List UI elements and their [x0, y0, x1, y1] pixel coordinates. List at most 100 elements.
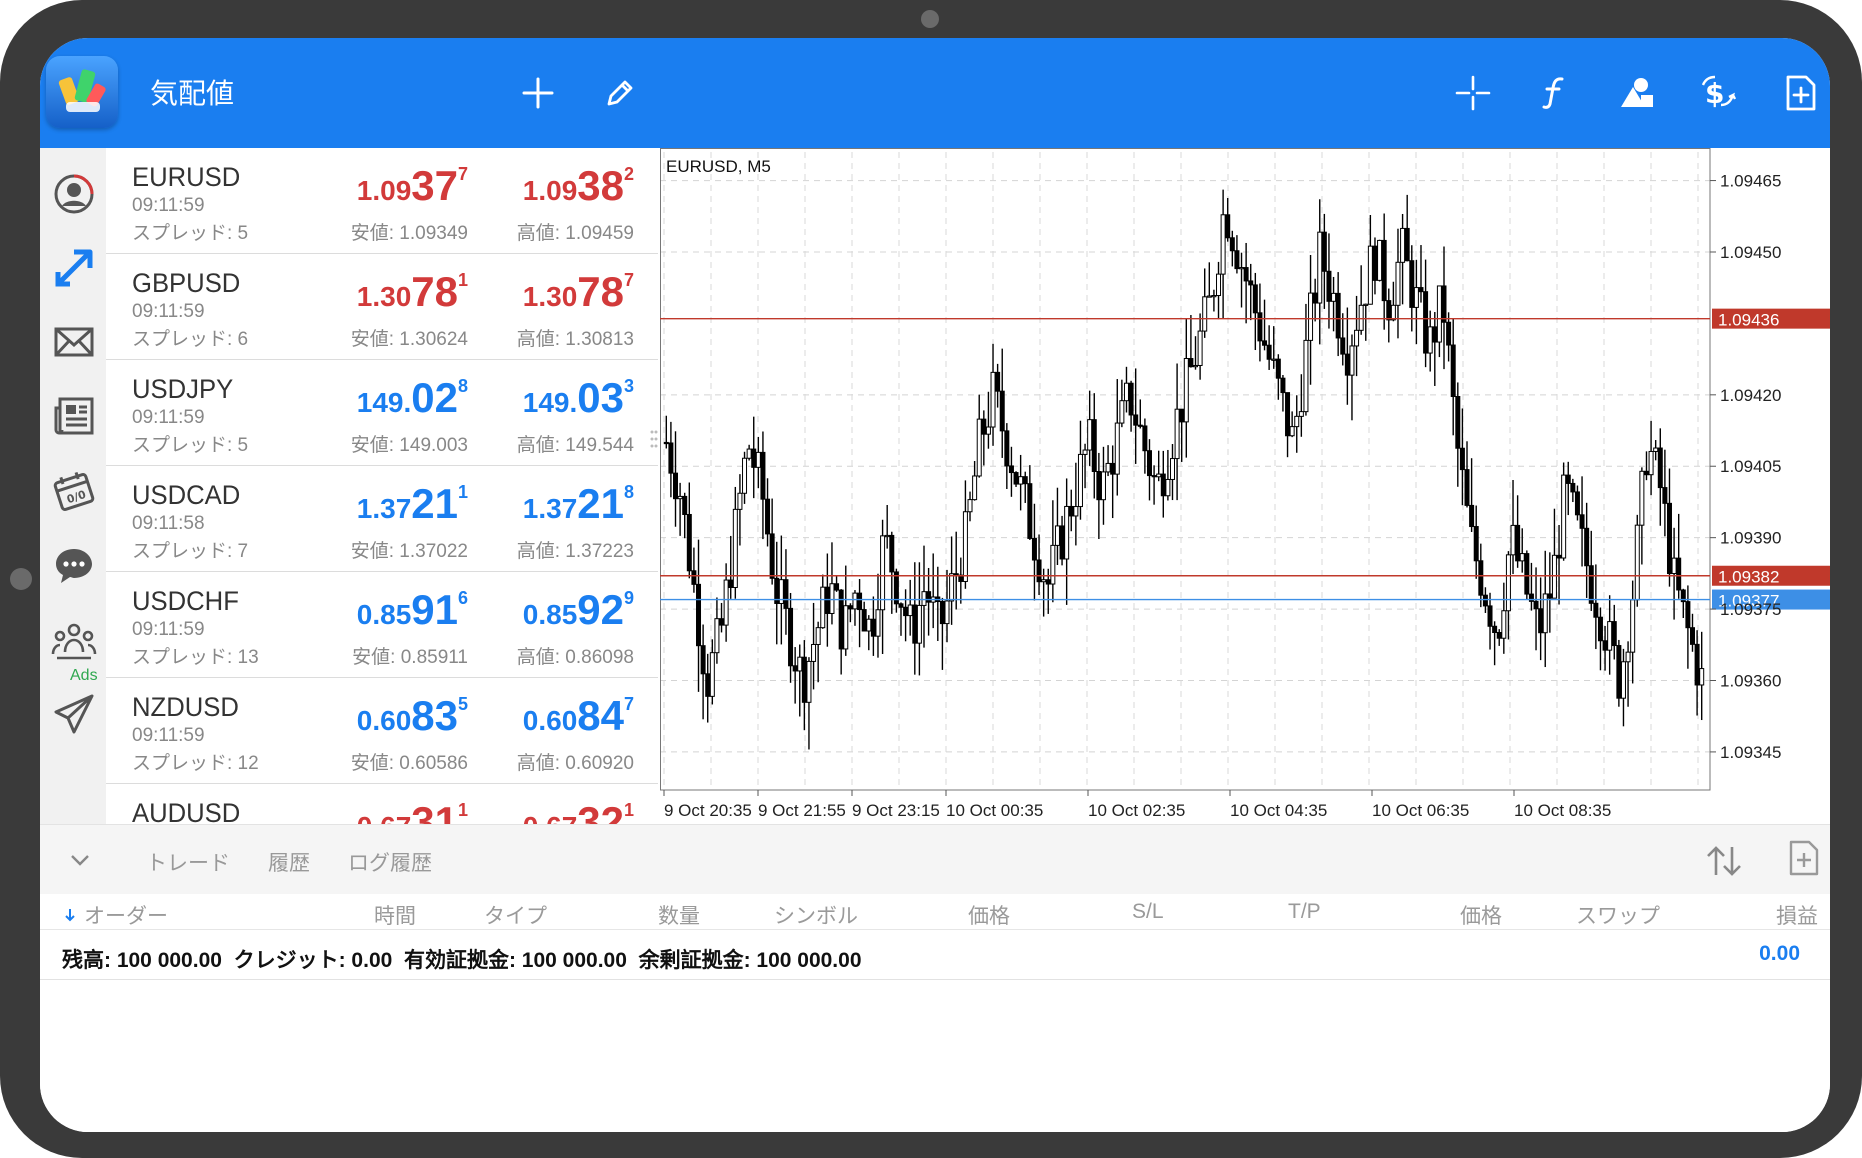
tab-history[interactable]: 履歴 — [268, 847, 310, 877]
col-tp[interactable]: T/P — [1288, 900, 1321, 924]
price-line-label: 1.09436 — [1718, 311, 1779, 330]
candle-body — [1008, 465, 1014, 474]
ask-price-prefix: 0.60 — [522, 705, 578, 736]
ask-price[interactable]: 149.033 — [523, 374, 634, 422]
quote-spread: スプレッド: 12 — [132, 753, 259, 774]
col-sl[interactable]: S/L — [1132, 900, 1164, 924]
candle-body — [857, 592, 863, 611]
candle-body — [861, 609, 867, 632]
bid-price[interactable]: 0.67311 — [357, 798, 468, 824]
candle-body — [1243, 267, 1249, 282]
candle-body — [829, 583, 835, 614]
y-tick-label: 1.09360 — [1720, 671, 1781, 690]
chevron-down-icon[interactable] — [68, 851, 92, 869]
balance-row: 残高: 100 000.00 クレジット: 0.00 有効証拠金: 100 00… — [40, 930, 1830, 980]
ask-price[interactable]: 0.85929 — [523, 586, 634, 634]
quote-row-audusd[interactable]: AUDUSD0.673110.67321 — [106, 784, 658, 824]
candle-body — [1285, 392, 1291, 437]
col-order[interactable]: オーダー — [84, 900, 168, 930]
nav-send-icon[interactable] — [48, 688, 100, 740]
quote-row-gbpusd[interactable]: GBPUSD 09:11:59 スプレッド: 6 1.30781 1.30787 安値: … — [106, 254, 658, 360]
top-toolbar: 気配値 $ — [40, 38, 1830, 148]
candle-body — [1045, 579, 1051, 585]
col-price-open[interactable]: 価格 — [968, 900, 1010, 930]
candle-body — [1363, 303, 1369, 306]
objects-icon[interactable] — [1609, 65, 1665, 121]
quote-row-nzdusd[interactable]: NZDUSD 09:11:59 スプレッド: 12 0.60835 0.60847 安値:… — [106, 678, 658, 784]
plus-icon[interactable] — [510, 65, 566, 121]
bid-price[interactable]: 1.37211 — [357, 480, 468, 528]
sort-icon[interactable] — [1704, 843, 1744, 879]
col-symbol[interactable]: シンボル — [774, 900, 858, 930]
trade-dollar-icon[interactable]: $ — [1691, 65, 1747, 121]
ask-price[interactable]: 0.67321 — [523, 798, 634, 824]
candle-body — [820, 586, 826, 629]
tab-trade[interactable]: トレード — [146, 847, 230, 877]
candle-body — [1556, 554, 1562, 559]
quote-symbol: USDCHF — [132, 586, 239, 616]
chart-frame — [660, 148, 1711, 791]
candlestick-chart[interactable]: 1.094361.093821.093771.094651.094501.094… — [660, 148, 1830, 824]
candle-body — [1142, 425, 1148, 452]
candle-body — [663, 441, 669, 445]
nav-news-icon[interactable] — [48, 390, 100, 442]
col-volume[interactable]: 数量 — [658, 900, 700, 930]
col-swap[interactable]: スワップ — [1576, 900, 1660, 930]
quote-row-usdjpy[interactable]: USDJPY 09:11:59 スプレッド: 5 149.028 149.033 安値: … — [106, 360, 658, 466]
new-order-icon[interactable] — [1773, 65, 1829, 121]
pencil-icon[interactable] — [592, 65, 648, 121]
col-profit[interactable]: 損益 — [1776, 900, 1818, 930]
quote-low: 安値: 1.09349 — [350, 223, 468, 244]
quote-low: 安値: 1.37022 — [350, 541, 468, 562]
candle-body — [1358, 304, 1364, 331]
tab-journal[interactable]: ログ履歴 — [348, 847, 432, 877]
candle-body — [1064, 505, 1070, 560]
candle-body — [1331, 292, 1337, 302]
bid-price[interactable]: 0.60835 — [357, 692, 468, 740]
candle-body — [1561, 474, 1567, 559]
candle-body — [1464, 469, 1470, 506]
sort-arrow-down-icon[interactable] — [64, 908, 76, 922]
ask-price[interactable]: 1.09382 — [523, 162, 634, 210]
nav-quotes-icon[interactable] — [48, 168, 100, 220]
quote-row-eurusd[interactable]: EURUSD 09:11:59 スプレッド: 5 1.09377 1.09382 安値: … — [106, 148, 658, 254]
quote-row-usdchf[interactable]: USDCHF 09:11:59 スプレッド: 13 0.85916 0.85929 安値:… — [106, 572, 658, 678]
ask-price[interactable]: 0.60847 — [523, 692, 634, 740]
crosshair-icon[interactable] — [1445, 65, 1501, 121]
terminal-panel: トレード 履歴 ログ履歴 オーダー 時間 タイプ 数量 シンボル 価格 S/L … — [40, 824, 1830, 1132]
candle-body — [737, 492, 743, 510]
ask-price-fraction: 7 — [623, 694, 634, 714]
candle-body — [1068, 505, 1074, 517]
col-price-current[interactable]: 価格 — [1460, 900, 1502, 930]
ask-price[interactable]: 1.30787 — [523, 268, 634, 316]
nav-ads-calendar-icon[interactable]: 0/0 — [48, 466, 100, 518]
nav-trade-icon[interactable] — [48, 242, 100, 294]
nav-community-icon[interactable] — [48, 614, 100, 666]
panel-resize-handle-icon[interactable] — [650, 428, 658, 458]
quote-row-usdcad[interactable]: USDCAD 09:11:58 スプレッド: 7 1.37211 1.37218 安値: … — [106, 466, 658, 572]
candle-body — [1123, 382, 1129, 402]
candle-body — [1027, 483, 1033, 539]
col-time[interactable]: 時間 — [374, 900, 416, 930]
bid-price[interactable]: 1.30781 — [357, 268, 468, 316]
function-icon[interactable] — [1527, 65, 1583, 121]
bid-price[interactable]: 0.85916 — [357, 586, 468, 634]
col-type[interactable]: タイプ — [484, 900, 547, 930]
nav-chat-icon[interactable] — [48, 540, 100, 592]
bid-price[interactable]: 1.09377 — [357, 162, 468, 210]
bid-price-pips: 02 — [411, 374, 458, 421]
candle-body — [1390, 304, 1396, 321]
ask-price[interactable]: 1.37218 — [523, 480, 634, 528]
price-chart[interactable]: 1.09436 1.09382 1.09377 1.09465 1.09450 1.094… — [660, 148, 1830, 824]
candle-body — [1321, 231, 1327, 272]
ask-price-fraction: 7 — [623, 270, 634, 290]
app-logo-icon[interactable] — [46, 56, 118, 128]
quote-low: 安値: 149.003 — [350, 435, 468, 456]
bid-price[interactable]: 149.028 — [357, 374, 468, 422]
quote-time: 09:11:59 — [132, 301, 205, 322]
nav-mail-icon[interactable] — [48, 316, 100, 368]
candle-body — [1216, 273, 1222, 297]
new-order-panel-icon[interactable] — [1788, 839, 1820, 877]
candle-body — [852, 592, 858, 610]
candle-body — [1418, 287, 1424, 293]
